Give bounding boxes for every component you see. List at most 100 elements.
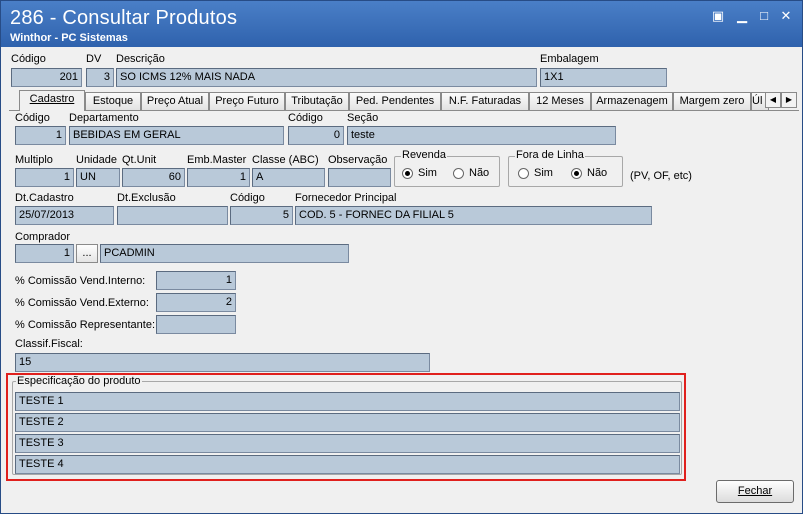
secao-codigo-label: Código	[288, 112, 323, 124]
pv-note: (PV, OF, etc)	[630, 170, 692, 182]
tab-estoque[interactable]: Estoque	[85, 92, 141, 110]
descricao-label: Descrição	[116, 53, 165, 65]
revenda-group: Revenda Sim Não	[394, 149, 500, 187]
comissao-interno-label: % Comissão Vend.Interno:	[15, 275, 146, 287]
unidade-label: Unidade	[76, 154, 117, 166]
embalagem-field[interactable]: 1X1	[540, 68, 667, 87]
embmaster-label: Emb.Master	[187, 154, 247, 166]
dep-codigo-field[interactable]: 1	[15, 126, 66, 145]
unidade-field[interactable]: UN	[76, 168, 120, 187]
spec-label: Especificação do produto	[16, 375, 142, 387]
tab-scroll-left-icon[interactable]: ◀	[765, 92, 781, 108]
classe-field[interactable]: A	[252, 168, 325, 187]
tab-label: Preço Futuro	[215, 95, 279, 107]
dtexclusao-label: Dt.Exclusão	[117, 192, 176, 204]
dv-field[interactable]: 3	[86, 68, 114, 87]
tab-tributacao[interactable]: Tributação	[285, 92, 349, 110]
tab-preco-futuro[interactable]: Preço Futuro	[209, 92, 285, 110]
secao-label: Seção	[347, 112, 379, 124]
fechar-label: Fechar	[737, 485, 773, 497]
qtunit-field[interactable]: 60	[122, 168, 185, 187]
dtcadastro-field[interactable]: 25/07/2013	[15, 206, 114, 225]
spec-line-1[interactable]: TESTE 1	[15, 392, 680, 411]
spec-highlight: Especificação do produto TESTE 1 TESTE 2…	[6, 373, 686, 481]
tab-panel-border	[9, 110, 799, 111]
dv-label: DV	[86, 53, 102, 65]
restore-icon[interactable]: ▣	[711, 9, 725, 23]
minimize-icon[interactable]: ▁	[735, 9, 749, 23]
fora-de-linha-nao-radio[interactable]	[571, 168, 582, 179]
comissao-interno-field[interactable]: 1	[156, 271, 236, 290]
multiplo-field[interactable]: 1	[15, 168, 74, 187]
dep-codigo-label: Código	[15, 112, 50, 124]
observacao-field[interactable]	[328, 168, 391, 187]
tab-armazenagem[interactable]: Armazenagem	[591, 92, 673, 110]
revenda-sim-radio[interactable]	[402, 168, 413, 179]
tab-label: Úl	[752, 95, 763, 107]
tab-preco-atual[interactable]: Preço Atual	[141, 92, 209, 110]
classif-fiscal-field[interactable]: 15	[15, 353, 430, 372]
comissao-externo-label: % Comissão Vend.Externo:	[15, 297, 149, 309]
close-icon[interactable]: ✕	[779, 9, 793, 23]
fora-de-linha-label: Fora de Linha	[515, 149, 585, 161]
codigo-field[interactable]: 201	[11, 68, 82, 87]
tab-label: N.F. Faturadas	[448, 95, 522, 107]
fora-de-linha-sim-radio[interactable]	[518, 168, 529, 179]
departamento-field[interactable]: BEBIDAS EM GERAL	[69, 126, 284, 145]
dtexclusao-field[interactable]	[117, 206, 228, 225]
comprador-field[interactable]: PCADMIN	[100, 244, 349, 263]
fora-de-linha-group: Fora de Linha Sim Não	[508, 149, 623, 187]
tab-ped-pendentes[interactable]: Ped. Pendentes	[349, 92, 441, 110]
embmaster-field[interactable]: 1	[187, 168, 250, 187]
comissao-rep-field[interactable]	[156, 315, 236, 334]
codigo-label: Código	[11, 53, 46, 65]
tab-label: Margem zero	[679, 95, 745, 107]
window-title: 286 - Consultar Produtos	[10, 7, 238, 29]
comprador-lookup-button[interactable]: ...	[76, 244, 98, 263]
revenda-sim-label: Sim	[418, 167, 437, 179]
fornecedor-field[interactable]: COD. 5 - FORNEC DA FILIAL 5	[295, 206, 652, 225]
secao-codigo-field[interactable]: 0	[288, 126, 344, 145]
title-bar: 286 - Consultar Produtos Winthor - PC Si…	[1, 1, 802, 47]
embalagem-label: Embalagem	[540, 53, 599, 65]
tab-12-meses[interactable]: 12 Meses	[529, 92, 591, 110]
fornecedor-codigo-label: Código	[230, 192, 265, 204]
window-content: Código 201 DV 3 Descrição SO ICMS 12% MA…	[1, 47, 802, 513]
observacao-label: Observação	[328, 154, 388, 166]
tab-label: Armazenagem	[596, 95, 668, 107]
fora-de-linha-nao-label: Não	[587, 167, 608, 179]
tab-label: 12 Meses	[536, 95, 584, 107]
revenda-label: Revenda	[401, 149, 448, 161]
multiplo-label: Multiplo	[15, 154, 53, 166]
fechar-button[interactable]: Fechar	[716, 480, 794, 503]
comissao-externo-field[interactable]: 2	[156, 293, 236, 312]
tab-cadastro[interactable]: Cadastro	[19, 90, 85, 111]
spec-line-4[interactable]: TESTE 4	[15, 455, 680, 474]
spec-line-3[interactable]: TESTE 3	[15, 434, 680, 453]
fornecedor-label: Fornecedor Principal	[295, 192, 397, 204]
tab-nf-faturadas[interactable]: N.F. Faturadas	[441, 92, 529, 110]
maximize-icon[interactable]: □	[757, 9, 771, 23]
classe-label: Classe (ABC)	[252, 154, 319, 166]
revenda-nao-label: Não	[469, 167, 490, 179]
departamento-label: Departamento	[69, 112, 139, 124]
secao-field[interactable]: teste	[347, 126, 616, 145]
comprador-codigo-field[interactable]: 1	[15, 244, 74, 263]
tab-label: Preço Atual	[146, 95, 204, 107]
fora-de-linha-sim-label: Sim	[534, 167, 553, 179]
tab-scroll-right-icon[interactable]: ▶	[781, 92, 797, 108]
comprador-label: Comprador	[15, 231, 71, 243]
qtunit-label: Qt.Unit	[122, 154, 157, 166]
tab-label: Cadastro	[29, 93, 75, 105]
descricao-field[interactable]: SO ICMS 12% MAIS NADA	[116, 68, 537, 87]
comissao-rep-label: % Comissão Representante:	[15, 319, 156, 331]
tab-label: Tributação	[291, 95, 343, 107]
tab-margem-zero[interactable]: Margem zero	[673, 92, 751, 110]
spec-line-2[interactable]: TESTE 2	[15, 413, 680, 432]
revenda-nao-radio[interactable]	[453, 168, 464, 179]
dtcadastro-label: Dt.Cadastro	[15, 192, 74, 204]
tab-label: Ped. Pendentes	[355, 95, 435, 107]
fornecedor-codigo-field[interactable]: 5	[230, 206, 293, 225]
window-subtitle: Winthor - PC Sistemas	[10, 32, 128, 44]
main-window: 286 - Consultar Produtos Winthor - PC Si…	[0, 0, 803, 514]
